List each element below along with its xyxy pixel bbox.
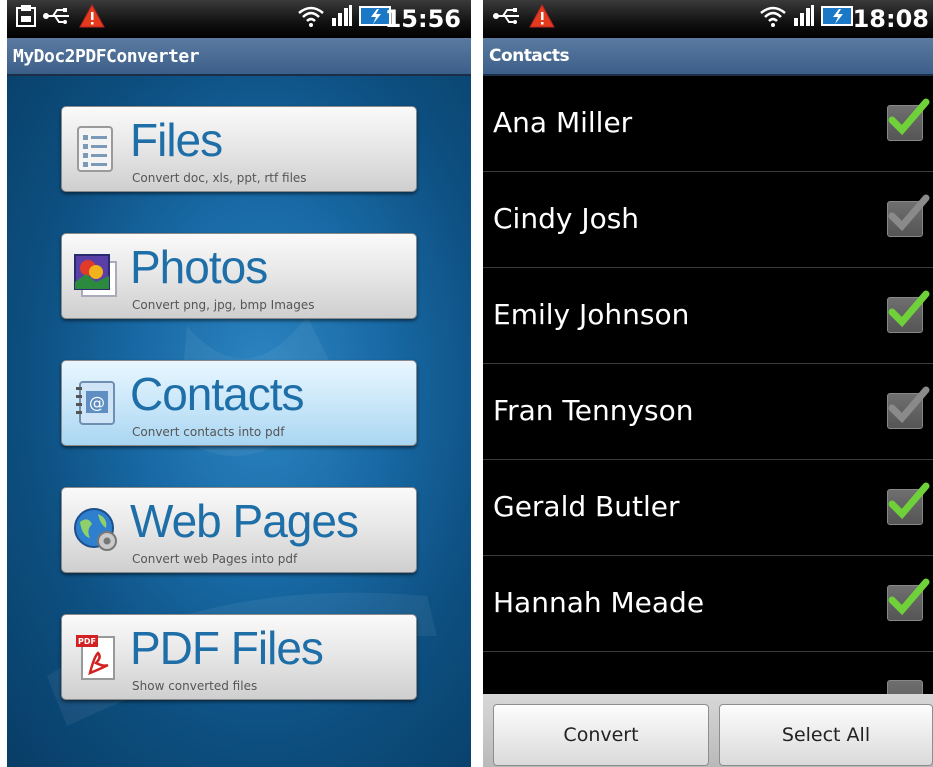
contact-checkbox[interactable] [887,194,930,237]
contacts-button[interactable]: @ Contacts Convert contacts into pdf [61,360,417,446]
bottom-action-bar: Convert Select All [483,694,933,767]
signal-icon [794,5,814,26]
usb-icon [493,8,519,24]
photo-icon [74,254,117,297]
signal-icon [332,5,352,26]
contact-row[interactable]: Emily Johnson [483,268,933,364]
files-button[interactable]: Files Convert doc, xls, ppt, rtf files [61,106,417,192]
web-pages-label: Web Pages [130,495,359,547]
status-bar: 18:08 [483,0,933,38]
checkmark-icon [888,386,930,424]
checkmark-icon [888,194,930,232]
files-label: Files [130,114,223,166]
wifi-icon [298,6,324,27]
contacts-description: Convert contacts into pdf [132,425,285,439]
web-pages-description: Convert web Pages into pdf [132,552,298,566]
photos-label: Photos [130,241,268,293]
clock: 15:56 [384,5,461,33]
checkmark-icon [888,482,930,520]
pdf-files-description: Show converted files [132,679,258,693]
contact-name: Fran Tennyson [493,394,694,427]
checkmark-icon [888,98,930,136]
file-list-icon [77,126,113,172]
select-all-button[interactable]: Select All [719,704,933,766]
contact-row[interactable]: Cindy Josh [483,172,933,268]
usb-icon [43,8,69,24]
contact-row[interactable]: Ana Miller [483,76,933,172]
contact-name: Emily Johnson [493,298,690,331]
contact-row[interactable]: Gerald Butler [483,460,933,556]
warning-icon [79,4,105,28]
photos-description: Convert png, jpg, bmp Images [132,298,315,312]
contacts-label: Contacts [130,368,305,420]
contact-name: Gerald Butler [493,490,680,523]
main-menu-screen: 15:56 MyDoc2PDFConverter Files Convert d… [7,0,471,767]
svg-text:@: @ [89,393,105,412]
contact-checkbox[interactable] [887,482,930,525]
contacts-screen: 18:08 Contacts Ana Miller Cindy Josh Emi… [483,0,933,767]
web-pages-button[interactable]: Web Pages Convert web Pages into pdf [61,487,417,573]
files-description: Convert doc, xls, ppt, rtf files [132,171,307,185]
contact-checkbox[interactable] [887,98,930,141]
contact-name: Ana Miller [493,106,633,139]
convert-button[interactable]: Convert [493,704,709,766]
checkmark-icon [888,578,930,616]
battery-icon [821,6,853,26]
screen-title: Contacts [483,38,933,76]
contact-row[interactable]: Fran Tennyson [483,364,933,460]
photos-button[interactable]: Photos Convert png, jpg, bmp Images [61,233,417,319]
pdf-icon: PDF [76,635,115,680]
contact-checkbox[interactable] [887,290,930,333]
pdf-badge: PDF [78,637,96,646]
app-title: MyDoc2PDFConverter [7,38,471,76]
warning-icon [529,4,555,28]
clock: 18:08 [852,5,929,33]
contact-name: Hannah Meade [493,586,705,619]
pdf-files-label: PDF Files [130,622,324,674]
contact-name: Cindy Josh [493,202,640,235]
wifi-icon [760,6,786,27]
checkmark-icon [888,290,930,328]
contact-checkbox[interactable] [887,578,930,621]
address-book-icon: @ [76,381,115,425]
pdf-files-button[interactable]: PDF PDF Files Show converted files [61,614,417,700]
contact-row[interactable]: Hannah Meade [483,556,933,652]
status-bar: 15:56 [7,0,471,38]
sd-card-icon [16,5,36,27]
globe-gear-icon [74,508,117,551]
contact-checkbox[interactable] [887,386,930,429]
